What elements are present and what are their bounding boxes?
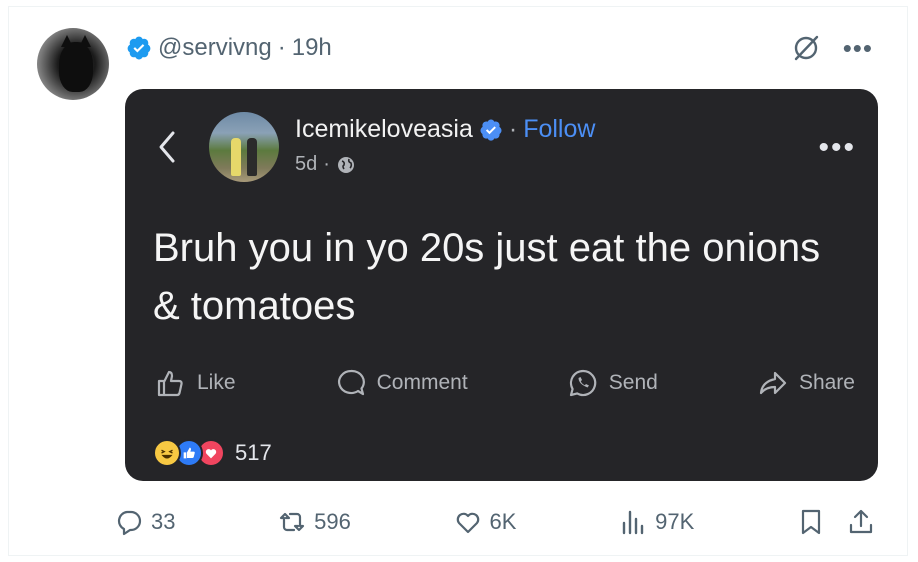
post-author-avatar <box>209 112 279 182</box>
tweet-time[interactable]: 19h <box>292 34 332 62</box>
embedded-post-image[interactable]: Icemikeloveasia · Follow 5d · ••• Bruh y… <box>125 89 878 481</box>
haha-reaction-icon <box>153 439 181 467</box>
repost-icon <box>280 512 305 532</box>
comment-bubble-icon <box>337 369 365 396</box>
meta-separator: · <box>323 153 330 175</box>
comment-label: Comment <box>376 371 468 394</box>
reply-icon <box>117 510 142 536</box>
post-more-icon: ••• <box>818 131 856 164</box>
header-separator: · <box>277 34 286 61</box>
post-meta: 5d · <box>295 153 356 176</box>
tweet-action-bar: 33 596 6K 97K <box>115 505 875 539</box>
post-author-name: Icemikeloveasia <box>295 115 473 143</box>
views-count: 97K <box>655 509 695 534</box>
share-label: Share <box>798 371 855 394</box>
bookmark-icon[interactable] <box>797 508 825 536</box>
tweet-top-actions: ••• <box>791 33 873 63</box>
post-author-row: Icemikeloveasia · Follow <box>295 115 595 144</box>
back-chevron-icon <box>159 131 175 163</box>
reaction-count: 517 <box>235 440 272 465</box>
reactions-summary: 517 <box>153 439 272 467</box>
like-button[interactable]: 6K <box>454 508 517 536</box>
more-options-icon[interactable]: ••• <box>843 35 873 61</box>
post-age: 5d <box>295 153 318 175</box>
like-action: Like <box>155 367 236 399</box>
globe-icon <box>337 156 354 173</box>
analytics-bars-icon <box>622 510 644 535</box>
cat-image <box>59 35 93 92</box>
reply-button[interactable]: 33 <box>115 508 175 536</box>
views-button[interactable]: 97K <box>619 508 694 536</box>
share-arrow-icon <box>759 371 787 395</box>
bookmark-share-group <box>797 508 875 536</box>
tweet-handle[interactable]: @servivng <box>158 34 272 62</box>
avatar[interactable] <box>37 28 109 100</box>
post-actions: Like Comment Send Share <box>155 367 855 399</box>
tweet-card[interactable]: @servivng · 19h ••• Icemikeloveasia · Fo… <box>8 6 908 556</box>
reply-count: 33 <box>151 509 176 534</box>
like-count: 6K <box>489 509 517 534</box>
post-text: Bruh you in yo 20s just eat the onions &… <box>153 226 821 328</box>
like-label: Like <box>197 371 236 394</box>
send-label: Send <box>608 371 658 394</box>
avatar-figure <box>231 138 241 176</box>
verified-badge-icon <box>480 119 502 141</box>
repost-count: 596 <box>314 509 351 534</box>
repost-button[interactable]: 596 <box>278 508 351 536</box>
share-icon[interactable] <box>847 508 875 536</box>
share-action: Share <box>757 367 855 399</box>
heart-icon <box>456 512 479 534</box>
grok-icon[interactable] <box>791 33 821 63</box>
whatsapp-icon <box>569 369 597 397</box>
follow-link: Follow <box>523 115 596 143</box>
tweet-header: @servivng · 19h <box>126 33 332 63</box>
send-action: Send <box>567 367 658 399</box>
comment-action: Comment <box>335 367 468 399</box>
avatar-figure <box>247 138 257 176</box>
name-separator: · <box>508 115 518 143</box>
verified-badge-icon <box>127 36 151 60</box>
thumbs-up-icon <box>157 370 183 397</box>
